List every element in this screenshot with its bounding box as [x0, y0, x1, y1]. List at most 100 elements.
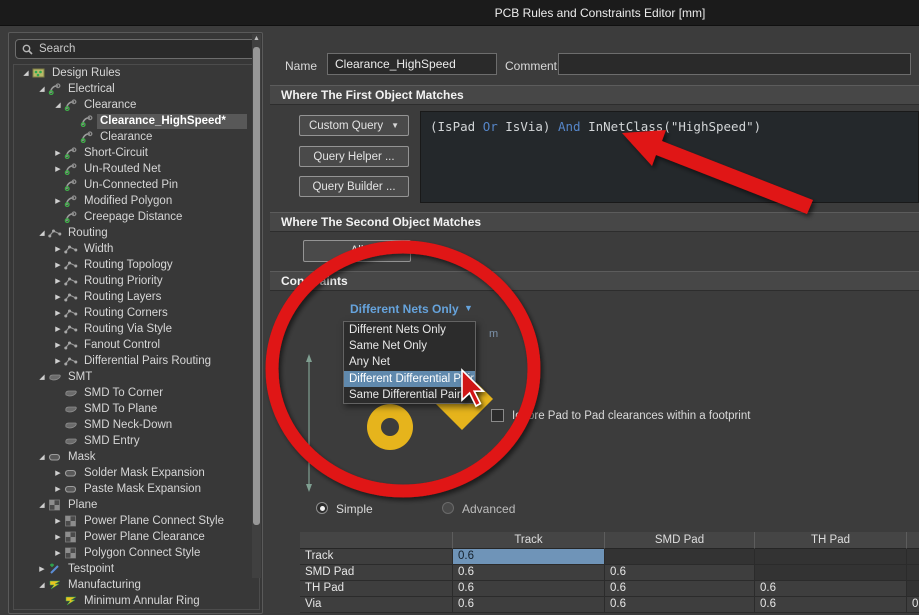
expander-closed-icon[interactable]: ▶	[52, 325, 64, 333]
custom-query-editor[interactable]: (IsPad Or IsVia) And InNetClass("HighSpe…	[420, 111, 919, 203]
expander-closed-icon[interactable]: ▶	[52, 549, 64, 557]
expander-closed-icon[interactable]: ▶	[52, 469, 64, 477]
table-cell[interactable]: 0.6	[755, 597, 907, 613]
tree-item[interactable]: ▶Power Plane Connect Style	[14, 513, 259, 529]
tree-item[interactable]: ▶Routing Via Style	[14, 321, 259, 337]
scope-dropdown-button[interactable]: Custom Query ▼	[299, 115, 409, 136]
query-builder-button[interactable]: Query Builder ...	[299, 176, 409, 197]
tree-item[interactable]: ▶Routing Corners	[14, 305, 259, 321]
comment-field[interactable]	[558, 53, 911, 75]
dropdown-option[interactable]: Different Differential Pair	[344, 371, 475, 387]
tree-item[interactable]: ▶Short-Circuit	[14, 145, 259, 161]
advanced-label: Advanced	[462, 502, 515, 516]
expander-closed-icon[interactable]: ▶	[52, 165, 64, 173]
expander-closed-icon[interactable]: ▶	[52, 261, 64, 269]
tree-item[interactable]: Un-Connected Pin	[14, 177, 259, 193]
expander-closed-icon[interactable]: ▶	[52, 533, 64, 541]
scroll-up-icon[interactable]: ▲	[252, 35, 261, 42]
tree-item[interactable]: ▶Power Plane Clearance	[14, 529, 259, 545]
tree-item[interactable]: ▶Solder Mask Expansion	[14, 465, 259, 481]
tree-item[interactable]: ▶Routing Topology	[14, 257, 259, 273]
dropdown-option[interactable]: Same Differential Pair	[344, 387, 475, 403]
chevron-down-icon[interactable]: ▼	[464, 303, 473, 313]
expander-open-icon[interactable]: ◢	[52, 101, 64, 109]
tree-item[interactable]: ▶Routing Priority	[14, 273, 259, 289]
tree-scrollbar[interactable]: ▲	[252, 34, 261, 578]
tree-item[interactable]: Clearance_HighSpeed*	[14, 113, 259, 129]
tree-item[interactable]: ◢Plane	[14, 497, 259, 513]
expander-open-icon[interactable]: ◢	[20, 69, 32, 77]
expander-open-icon[interactable]: ◢	[36, 501, 48, 509]
expander-open-icon[interactable]: ◢	[36, 85, 48, 93]
clearance-icon	[64, 99, 78, 111]
tree-item-label: Clearance	[81, 98, 139, 113]
tree-item[interactable]: SMD To Corner	[14, 385, 259, 401]
expander-closed-icon[interactable]: ▶	[52, 277, 64, 285]
tree-scrollbar-thumb[interactable]	[253, 47, 260, 525]
table-cell[interactable]: 0.6	[453, 549, 605, 565]
expander-closed-icon[interactable]: ▶	[52, 485, 64, 493]
table-corner-header	[300, 532, 453, 549]
tree-item[interactable]: ▶Un-Routed Net	[14, 161, 259, 177]
simple-radio[interactable]	[316, 502, 328, 514]
search-input[interactable]: Search	[15, 39, 256, 59]
expander-closed-icon[interactable]: ▶	[52, 309, 64, 317]
tree-item[interactable]: ▶Differential Pairs Routing	[14, 353, 259, 369]
advanced-radio[interactable]	[442, 502, 454, 514]
expander-open-icon[interactable]: ◢	[36, 581, 48, 589]
net-scope-value[interactable]: Different Nets Only	[350, 302, 459, 316]
tree-item[interactable]: Creepage Distance	[14, 209, 259, 225]
dropdown-option[interactable]: Any Net	[344, 354, 475, 370]
tree-item[interactable]: ◢Design Rules	[14, 65, 259, 81]
tree-item[interactable]: ▶Paste Mask Expansion	[14, 481, 259, 497]
expander-closed-icon[interactable]: ▶	[52, 149, 64, 157]
tree-item[interactable]: ◢ Clearance	[14, 97, 259, 113]
ignore-pad-checkbox[interactable]	[491, 409, 504, 422]
expander-closed-icon[interactable]: ▶	[52, 293, 64, 301]
name-field[interactable]: Clearance_HighSpeed	[327, 53, 497, 75]
expander-closed-icon[interactable]: ▶	[52, 245, 64, 253]
dropdown-option[interactable]: Same Net Only	[344, 338, 475, 354]
tree-item[interactable]: SMD To Plane	[14, 401, 259, 417]
table-cell[interactable]: 0.6	[453, 581, 605, 597]
table-cell[interactable]: 0.6	[453, 597, 605, 613]
tree-item[interactable]: ▶Testpoint	[14, 561, 259, 577]
plane-icon	[64, 531, 78, 543]
expander-open-icon[interactable]: ◢	[36, 373, 48, 381]
second-scope-button[interactable]: All	[303, 240, 411, 262]
tree-item-label: Electrical	[65, 82, 118, 97]
query-helper-button[interactable]: Query Helper ...	[299, 146, 409, 167]
table-cell[interactable]: 0.6	[907, 597, 919, 613]
tree-item[interactable]: ◢Manufacturing	[14, 577, 259, 593]
tree-item[interactable]: ▶Modified Polygon	[14, 193, 259, 209]
expander-closed-icon[interactable]: ▶	[52, 517, 64, 525]
tree-item[interactable]: Clearance	[14, 129, 259, 145]
table-cell[interactable]: 0.6	[755, 581, 907, 597]
tree-item[interactable]: SMD Entry	[14, 433, 259, 449]
rules-tree-panel: Search ◢Design Rules◢Electrical◢Clearanc…	[8, 32, 263, 614]
tree-item[interactable]: ◢SMT	[14, 369, 259, 385]
tree-item[interactable]: ▶Routing Layers	[14, 289, 259, 305]
table-cell[interactable]: 0.6	[605, 565, 755, 581]
tree-item[interactable]: ◢Routing	[14, 225, 259, 241]
tree-item[interactable]	[14, 609, 259, 610]
expander-open-icon[interactable]: ◢	[36, 229, 48, 237]
tree-item[interactable]: ▶Polygon Connect Style	[14, 545, 259, 561]
tree-item[interactable]: SMD Neck-Down	[14, 417, 259, 433]
expander-closed-icon[interactable]: ▶	[52, 341, 64, 349]
table-cell[interactable]: 0.6	[605, 597, 755, 613]
dropdown-option[interactable]: Different Nets Only	[344, 322, 475, 338]
tree-item[interactable]: Minimum Annular Ring	[14, 593, 259, 609]
tree-item[interactable]: ◢Mask	[14, 449, 259, 465]
table-row-label: Track	[300, 549, 453, 565]
table-row-label: Via	[300, 597, 453, 613]
table-cell[interactable]: 0.6	[605, 581, 755, 597]
tree-item[interactable]: ◢ Electrical	[14, 81, 259, 97]
expander-closed-icon[interactable]: ▶	[36, 565, 48, 573]
table-cell[interactable]: 0.6	[453, 565, 605, 581]
expander-open-icon[interactable]: ◢	[36, 453, 48, 461]
tree-item[interactable]: ▶Width	[14, 241, 259, 257]
expander-closed-icon[interactable]: ▶	[52, 357, 64, 365]
tree-item[interactable]: ▶Fanout Control	[14, 337, 259, 353]
expander-closed-icon[interactable]: ▶	[52, 197, 64, 205]
